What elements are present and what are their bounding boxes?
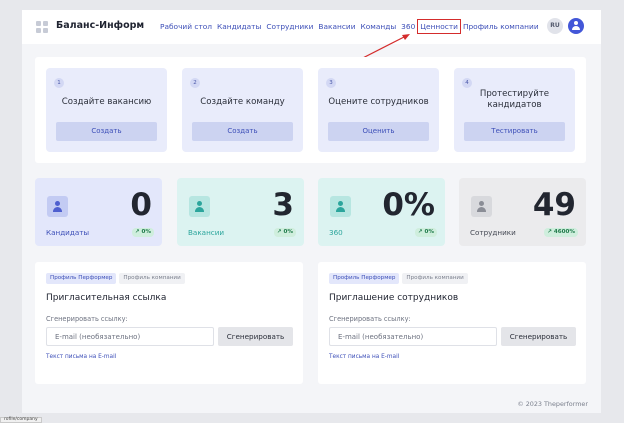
stat-change-badge: ↗ 0% (414, 228, 437, 237)
stat-change-badge: ↗ 0% (131, 228, 154, 237)
generate-invite-button[interactable]: Сгенерировать (501, 327, 576, 346)
profile-tabs: Профиль Перформер Профиль компании (46, 273, 185, 284)
stat-card-360[interactable]: 0% 360 ↗ 0% (318, 178, 445, 246)
stat-value: 0% (382, 187, 435, 223)
user-avatar-icon[interactable] (568, 18, 584, 34)
stat-card-vacancies[interactable]: 3 Вакансии ↗ 0% (177, 178, 304, 246)
step-card-evaluate-employees: 3 Оцените сотрудников Оценить (318, 68, 439, 152)
tab-performer-profile[interactable]: Профиль Перформер (46, 273, 117, 284)
tab-company-profile[interactable]: Профиль компании (119, 273, 185, 284)
step-title: Создайте вакансию (61, 97, 152, 107)
tab-company-profile[interactable]: Профиль компании (402, 273, 468, 284)
onboarding-steps: 1 Создайте вакансию Создать 2 Создайте к… (35, 57, 586, 163)
stat-change-badge: ↗ 0% (273, 228, 296, 237)
field-label: Сгенерировать ссылку: (329, 315, 411, 323)
nav-candidates[interactable]: Кандидаты (217, 22, 261, 31)
user-icon (47, 196, 68, 217)
tab-performer-profile[interactable]: Профиль Перформер (329, 273, 400, 284)
stat-value: 49 (532, 187, 576, 223)
step-number: 2 (190, 78, 200, 88)
language-switch[interactable]: RU (547, 18, 563, 34)
test-button[interactable]: Тестировать (464, 122, 565, 141)
invite-employees-panel: Профиль Перформер Профиль компании Пригл… (318, 262, 586, 384)
step-title: Протестируйте кандидатов (479, 89, 550, 110)
email-text-link[interactable]: Текст письма на E-mail (329, 354, 399, 360)
step-card-create-team: 2 Создайте команду Создать (182, 68, 303, 152)
generate-link-button[interactable]: Сгенерировать (218, 327, 293, 346)
step-card-test-candidates: 4 Протестируйте кандидатов Тестировать (454, 68, 575, 152)
top-navbar: Баланс-Информ Рабочий стол Кандидаты Сот… (22, 10, 601, 44)
profile-tabs: Профиль Перформер Профиль компании (329, 273, 468, 284)
email-field[interactable] (46, 327, 214, 346)
nav-teams[interactable]: Команды (361, 22, 397, 31)
nav-dashboard[interactable]: Рабочий стол (160, 22, 212, 31)
app-page: Баланс-Информ Рабочий стол Кандидаты Сот… (22, 10, 601, 413)
stat-value: 3 (272, 187, 294, 223)
stat-label: Вакансии (188, 228, 225, 237)
create-vacancy-button[interactable]: Создать (56, 122, 157, 141)
email-field[interactable] (329, 327, 497, 346)
evaluate-button[interactable]: Оценить (328, 122, 429, 141)
user-icon (471, 196, 492, 217)
stat-card-candidates[interactable]: 0 Кандидаты ↗ 0% (35, 178, 162, 246)
stat-label: 360 (329, 228, 343, 237)
step-card-create-vacancy: 1 Создайте вакансию Создать (46, 68, 167, 152)
field-label: Сгенерировать ссылку: (46, 315, 128, 323)
stat-change-badge: ↗ 4600% (544, 228, 578, 237)
step-title: Создайте команду (200, 97, 285, 107)
step-number: 3 (326, 78, 336, 88)
users-icon (330, 196, 351, 217)
status-url-chip: rofile/company (0, 417, 42, 423)
logo-icon[interactable] (36, 21, 48, 33)
create-team-button[interactable]: Создать (192, 122, 293, 141)
step-number: 4 (462, 78, 472, 88)
company-name: Баланс-Информ (56, 20, 145, 31)
stat-label: Сотрудники (470, 228, 516, 237)
footer-copyright: © 2023 Theperformer (517, 400, 588, 408)
step-number: 1 (54, 78, 64, 88)
main-nav: Рабочий стол Кандидаты Сотрудники Ваканс… (160, 19, 544, 34)
nav-values[interactable]: Ценности (417, 19, 461, 34)
stat-card-employees[interactable]: 49 Сотрудники ↗ 4600% (459, 178, 586, 246)
nav-360[interactable]: 360 (401, 22, 415, 31)
users-icon (189, 196, 210, 217)
email-text-link[interactable]: Текст письма на E-mail (46, 354, 116, 360)
nav-vacancies[interactable]: Вакансии (318, 22, 355, 31)
stat-label: Кандидаты (46, 228, 90, 237)
stat-value: 0 (130, 187, 152, 223)
invite-link-panel: Профиль Перформер Профиль компании Пригл… (35, 262, 303, 384)
nav-company-profile[interactable]: Профиль компании (463, 22, 539, 31)
nav-employees[interactable]: Сотрудники (266, 22, 313, 31)
panel-title: Приглашение сотрудников (329, 293, 459, 303)
panel-title: Пригласительная ссылка (46, 293, 167, 303)
step-title: Оцените сотрудников (328, 97, 429, 107)
